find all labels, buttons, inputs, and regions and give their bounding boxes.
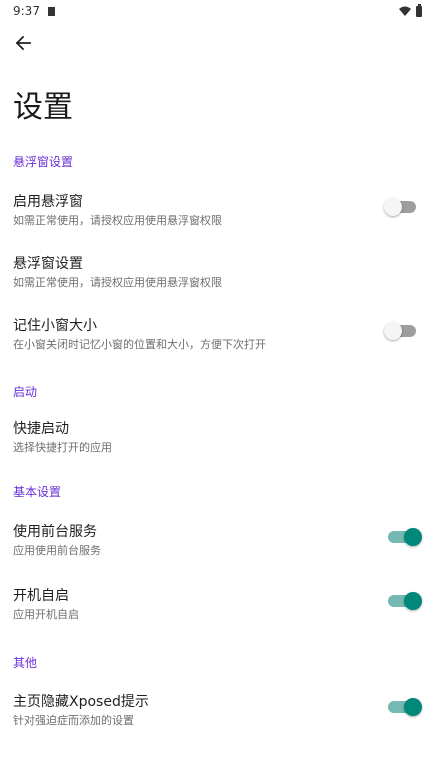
page-title: 设置 [13, 90, 73, 125]
arrow-left-icon [15, 35, 31, 51]
section-header-basic: 基本设置 [13, 485, 62, 499]
setting-quick-launch[interactable]: 快捷启动 选择快捷打开的应用 [0, 418, 436, 474]
back-button[interactable] [10, 30, 36, 56]
switch-thumb [404, 698, 422, 716]
setting-foreground-service[interactable]: 使用前台服务 应用使用前台服务 [0, 521, 436, 577]
switch-thumb [404, 528, 422, 546]
auto-start-switch[interactable] [388, 592, 422, 610]
setting-hide-xposed-tip[interactable]: 主页隐藏Xposed提示 针对强迫症而添加的设置 [0, 691, 436, 747]
section-header-floating-window: 悬浮窗设置 [13, 155, 74, 169]
status-time: 9:37 [13, 4, 40, 18]
setting-title: 启用悬浮窗 [13, 194, 83, 210]
setting-summary: 选择快捷打开的应用 [13, 441, 112, 454]
setting-summary: 如需正常使用，请授权应用使用悬浮窗权限 [13, 214, 222, 227]
wifi-icon [399, 6, 411, 16]
section-header-launch: 启动 [13, 385, 38, 399]
setting-remember-window-size[interactable]: 记住小窗大小 在小窗关闭时记忆小窗的位置和大小，方便下次打开 [0, 315, 436, 371]
setting-summary: 如需正常使用，请授权应用使用悬浮窗权限 [13, 276, 222, 289]
setting-summary: 针对强迫症而添加的设置 [13, 714, 134, 727]
setting-floating-window-settings[interactable]: 悬浮窗设置 如需正常使用，请授权应用使用悬浮窗权限 [0, 253, 436, 309]
remember-window-size-switch[interactable] [384, 322, 416, 340]
setting-title: 悬浮窗设置 [13, 256, 83, 272]
status-bar: 9:37 [0, 0, 436, 22]
setting-title: 主页隐藏Xposed提示 [13, 694, 149, 710]
setting-title: 使用前台服务 [13, 524, 97, 540]
setting-title: 快捷启动 [13, 421, 69, 437]
section-header-other: 其他 [13, 656, 38, 670]
setting-summary: 在小窗关闭时记忆小窗的位置和大小，方便下次打开 [13, 338, 266, 351]
battery-icon [416, 3, 422, 17]
enable-floating-window-switch[interactable] [384, 198, 416, 216]
notification-icon [47, 6, 55, 16]
setting-summary: 应用开机自启 [13, 608, 79, 621]
setting-summary: 应用使用前台服务 [13, 544, 101, 557]
setting-title: 开机自启 [13, 588, 69, 604]
setting-title: 记住小窗大小 [13, 318, 97, 334]
setting-enable-floating-window[interactable]: 启用悬浮窗 如需正常使用，请授权应用使用悬浮窗权限 [0, 191, 436, 247]
switch-thumb [404, 592, 422, 610]
hide-xposed-tip-switch[interactable] [388, 698, 422, 716]
foreground-service-switch[interactable] [388, 528, 422, 546]
status-left: 9:37 [13, 4, 55, 18]
switch-thumb [384, 322, 402, 340]
setting-auto-start[interactable]: 开机自启 应用开机自启 [0, 585, 436, 641]
status-right [399, 3, 422, 17]
switch-thumb [384, 198, 402, 216]
